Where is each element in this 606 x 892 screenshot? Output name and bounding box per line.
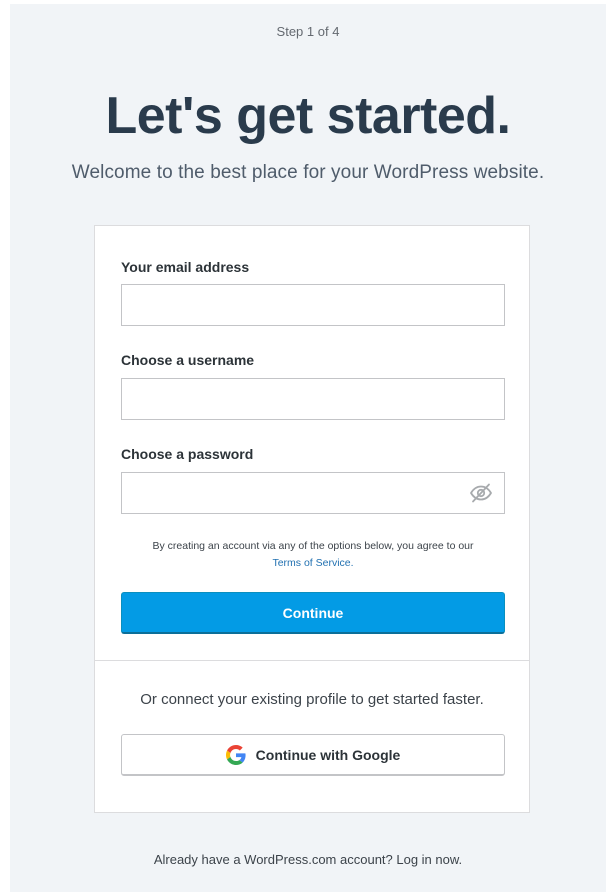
signup-page: Step 1 of 4 Let's get started. Welcome t… bbox=[10, 4, 606, 892]
terms-notice: By creating an account via any of the op… bbox=[115, 538, 511, 572]
password-label: Choose a password bbox=[121, 446, 254, 462]
page-subtitle: Welcome to the best place for your WordP… bbox=[71, 162, 545, 183]
username-label: Choose a username bbox=[121, 352, 255, 368]
eye-slash-icon[interactable] bbox=[469, 483, 493, 503]
login-prompt[interactable]: Already have a WordPress.com account? Lo… bbox=[10, 852, 606, 867]
password-input[interactable] bbox=[121, 472, 505, 514]
continue-with-google-button[interactable]: Continue with Google bbox=[121, 734, 505, 776]
email-input[interactable] bbox=[121, 284, 505, 326]
card-divider bbox=[95, 660, 529, 661]
terms-of-service-link[interactable]: Terms of Service. bbox=[272, 557, 353, 569]
page-title: Let's get started. bbox=[105, 87, 511, 145]
login-link[interactable]: Already have a WordPress.com account? Lo… bbox=[154, 852, 462, 867]
social-signup-text: Or connect your existing profile to get … bbox=[140, 691, 484, 708]
continue-button[interactable]: Continue bbox=[121, 592, 505, 634]
email-label: Your email address bbox=[121, 259, 250, 275]
step-indicator: Step 1 of 4 bbox=[276, 24, 340, 39]
signup-card: Your email address Choose a username Cho… bbox=[94, 225, 530, 813]
terms-text: By creating an account via any of the op… bbox=[152, 540, 474, 552]
username-input[interactable] bbox=[121, 378, 505, 420]
google-button-label: Continue with Google bbox=[255, 746, 401, 763]
google-logo-icon bbox=[225, 744, 246, 765]
